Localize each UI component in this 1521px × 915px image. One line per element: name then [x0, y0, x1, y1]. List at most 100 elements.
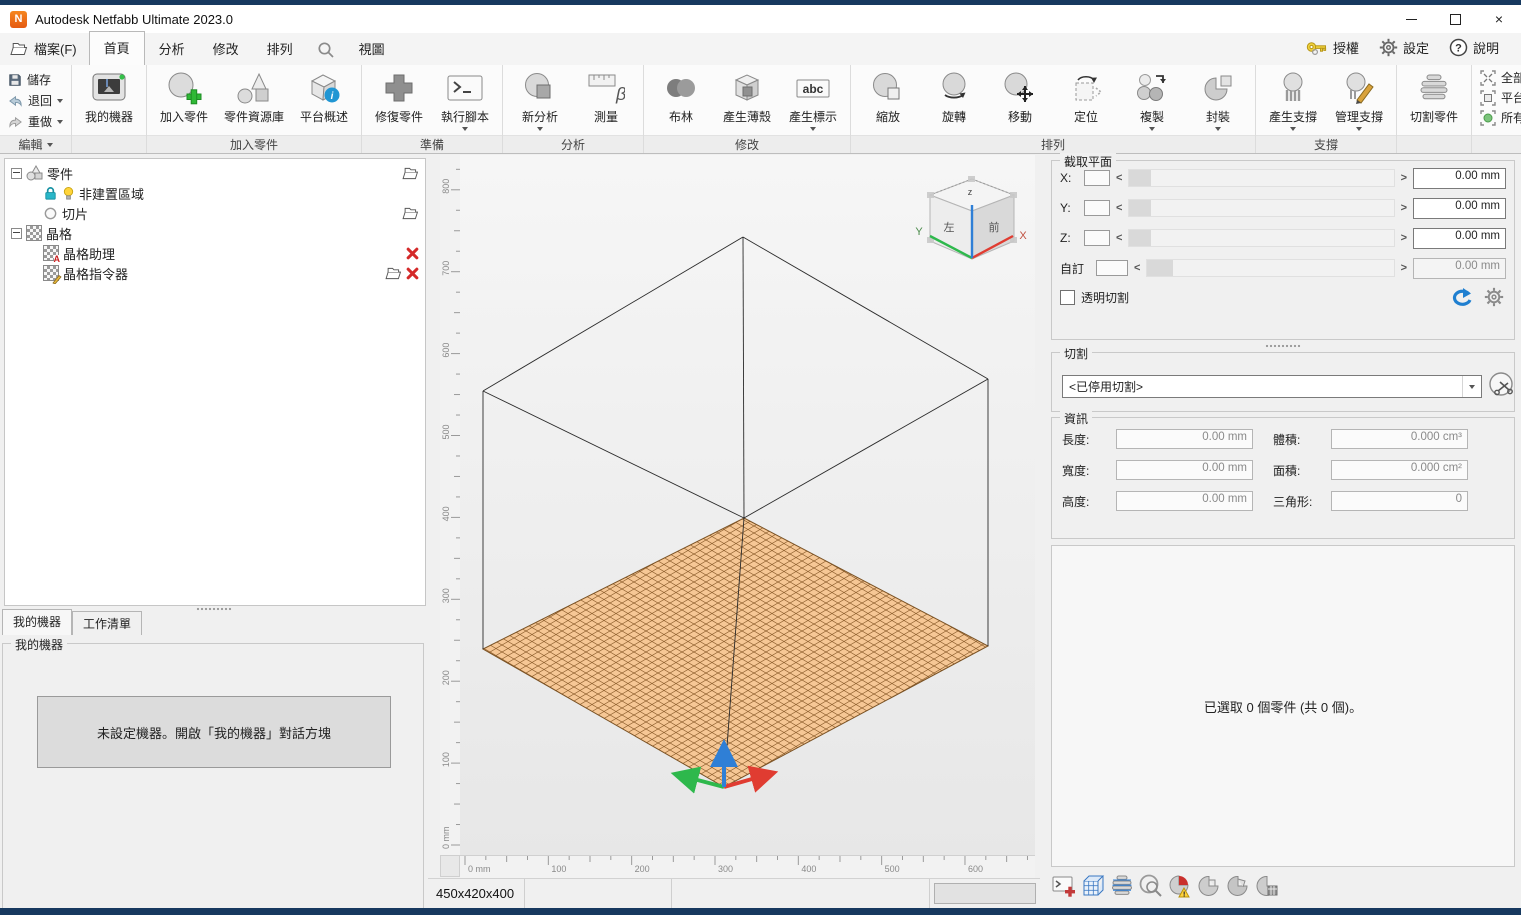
slider-thumb[interactable] — [1147, 260, 1173, 276]
open-folder-icon[interactable] — [402, 167, 419, 180]
duplicate-button[interactable]: 複製 — [1119, 67, 1185, 131]
create-support-dropdown-icon[interactable] — [1290, 127, 1296, 131]
ruler-corner-box[interactable] — [440, 855, 460, 877]
zoom-all-button[interactable]: 全部 — [1480, 69, 1521, 86]
clip-y-value[interactable]: 0.00 mm — [1413, 198, 1506, 219]
duplicate-dropdown-icon[interactable] — [1149, 127, 1155, 131]
slider-right-arrow[interactable]: > — [1401, 172, 1407, 184]
slicing-dropdown[interactable]: <已停用切割> — [1062, 375, 1482, 398]
move-button[interactable]: 移動 — [987, 67, 1053, 125]
scale-button[interactable]: 縮放 — [855, 67, 921, 125]
slice-view-button[interactable] — [1109, 873, 1135, 899]
panel-splitter-handle[interactable] — [1265, 344, 1301, 348]
my-machine-button[interactable]: 我的機器 — [76, 67, 142, 125]
no-machine-configured-button[interactable]: 未設定機器。開啟「我的機器」對話方塊 — [37, 696, 391, 768]
new-analysis-dropdown-icon[interactable] — [537, 127, 543, 131]
tab-home[interactable]: 首頁 — [89, 31, 145, 66]
clip-settings-gear-icon[interactable] — [1484, 287, 1504, 307]
clip-x-checkbox[interactable] — [1084, 170, 1110, 186]
tree-item-no-build-zone[interactable]: 非建置區域 — [5, 183, 425, 203]
search-button[interactable] — [307, 41, 345, 65]
collapse-icon[interactable] — [11, 168, 22, 179]
delete-x-icon[interactable] — [406, 247, 419, 260]
slider-thumb[interactable] — [1129, 230, 1151, 246]
clip-x-slider[interactable] — [1128, 169, 1394, 187]
tree-item-lattice-assistant[interactable]: A 晶格助理 — [5, 243, 425, 263]
tab-arrange[interactable]: 排列 — [253, 33, 307, 65]
open-folder-icon[interactable] — [385, 267, 402, 280]
close-button[interactable]: × — [1477, 5, 1521, 33]
chevron-down-icon[interactable] — [1462, 376, 1481, 397]
platform-overview-button[interactable]: i 平台概述 — [291, 67, 357, 125]
tab-my-machine[interactable]: 我的機器 — [2, 609, 72, 635]
tree-item-slices[interactable]: 切片 — [5, 203, 425, 223]
create-label-dropdown-icon[interactable] — [810, 127, 816, 131]
file-menu-button[interactable]: 檔案(F) — [0, 39, 89, 65]
run-script-dropdown-icon[interactable] — [462, 127, 468, 131]
repair-warning-button[interactable] — [1167, 873, 1193, 899]
redo-dropdown-icon[interactable] — [57, 120, 63, 124]
clip-y-slider[interactable] — [1128, 199, 1394, 217]
new-analysis-button[interactable]: 新分析 — [507, 67, 573, 131]
part-library-button[interactable]: 零件資源庫 — [217, 67, 291, 125]
redo-button[interactable]: 重做 — [6, 111, 65, 132]
zoom-all-parts-button[interactable]: 所有零件 — [1480, 109, 1521, 126]
slider-left-arrow[interactable]: < — [1116, 202, 1122, 214]
tree-item-lattice-commander[interactable]: 晶格指令器 — [5, 263, 425, 283]
repair-part-button[interactable]: 修復零件 — [366, 67, 432, 125]
pack-dropdown-icon[interactable] — [1215, 127, 1221, 131]
tree-item-parts[interactable]: 零件 — [5, 163, 425, 183]
tab-analysis[interactable]: 分析 — [145, 33, 199, 65]
manage-support-dropdown-icon[interactable] — [1356, 127, 1362, 131]
cut-preview-button[interactable] — [1196, 873, 1222, 899]
slider-right-arrow[interactable]: > — [1401, 262, 1407, 274]
open-folder-icon[interactable] — [402, 207, 419, 220]
cut-save-button[interactable] — [1254, 873, 1280, 899]
manage-support-button[interactable]: 管理支撐 — [1326, 67, 1392, 131]
create-label-button[interactable]: abc 產生標示 — [780, 67, 846, 131]
pack-button[interactable]: 封裝 — [1185, 67, 1251, 131]
undo-dropdown-icon[interactable] — [57, 99, 63, 103]
collapse-icon[interactable] — [11, 228, 22, 239]
clip-z-slider[interactable] — [1128, 229, 1394, 247]
cut-parts-button[interactable]: 切割零件 — [1401, 67, 1467, 125]
help-button[interactable]: ? 說明 — [1441, 35, 1507, 60]
position-button[interactable]: 定位 — [1053, 67, 1119, 125]
settings-button[interactable]: 設定 — [1371, 35, 1437, 60]
clip-z-value[interactable]: 0.00 mm — [1413, 228, 1506, 249]
slider-left-arrow[interactable]: < — [1116, 232, 1122, 244]
save-button[interactable]: 儲存 — [6, 69, 65, 90]
clip-custom-slider[interactable] — [1146, 259, 1394, 277]
add-part-button[interactable]: 加入零件 — [151, 67, 217, 125]
clip-z-checkbox[interactable] — [1084, 230, 1110, 246]
slider-right-arrow[interactable]: > — [1401, 202, 1407, 214]
zoom-platform-button[interactable]: 平台 — [1480, 89, 1521, 106]
new-script-button[interactable] — [1051, 873, 1077, 899]
viewport-3d[interactable]: 左 前 z Y X — [460, 155, 1035, 855]
slider-left-arrow[interactable]: < — [1134, 262, 1140, 274]
create-shell-button[interactable]: 產生薄殼 — [714, 67, 780, 125]
slider-right-arrow[interactable]: > — [1401, 232, 1407, 244]
rotate-button[interactable]: 旋轉 — [921, 67, 987, 125]
undo-button[interactable]: 退回 — [6, 90, 65, 111]
measure-button[interactable]: β 測量 — [573, 67, 639, 125]
edit-group-label[interactable]: 編輯 — [0, 135, 71, 153]
maximize-button[interactable] — [1433, 5, 1477, 33]
license-button[interactable]: 授權 — [1298, 35, 1367, 60]
clip-custom-box[interactable] — [1096, 260, 1128, 276]
tab-modify[interactable]: 修改 — [199, 33, 253, 65]
cut-preview-alt-button[interactable] — [1225, 873, 1251, 899]
title-bar[interactable]: N Autodesk Netfabb Ultimate 2023.0 × — [0, 5, 1521, 33]
create-support-button[interactable]: 產生支撐 — [1260, 67, 1326, 131]
cut-tool-button[interactable] — [1488, 371, 1516, 399]
slider-thumb[interactable] — [1129, 200, 1151, 216]
delete-x-icon[interactable] — [406, 267, 419, 280]
inspect-button[interactable] — [1138, 873, 1164, 899]
slider-thumb[interactable] — [1129, 170, 1151, 186]
clip-y-checkbox[interactable] — [1084, 200, 1110, 216]
clip-x-value[interactable]: 0.00 mm — [1413, 168, 1506, 189]
transparent-cut-checkbox[interactable] — [1060, 290, 1075, 305]
run-script-button[interactable]: 執行腳本 — [432, 67, 498, 131]
lattice-view-button[interactable] — [1080, 873, 1106, 899]
slider-left-arrow[interactable]: < — [1116, 172, 1122, 184]
